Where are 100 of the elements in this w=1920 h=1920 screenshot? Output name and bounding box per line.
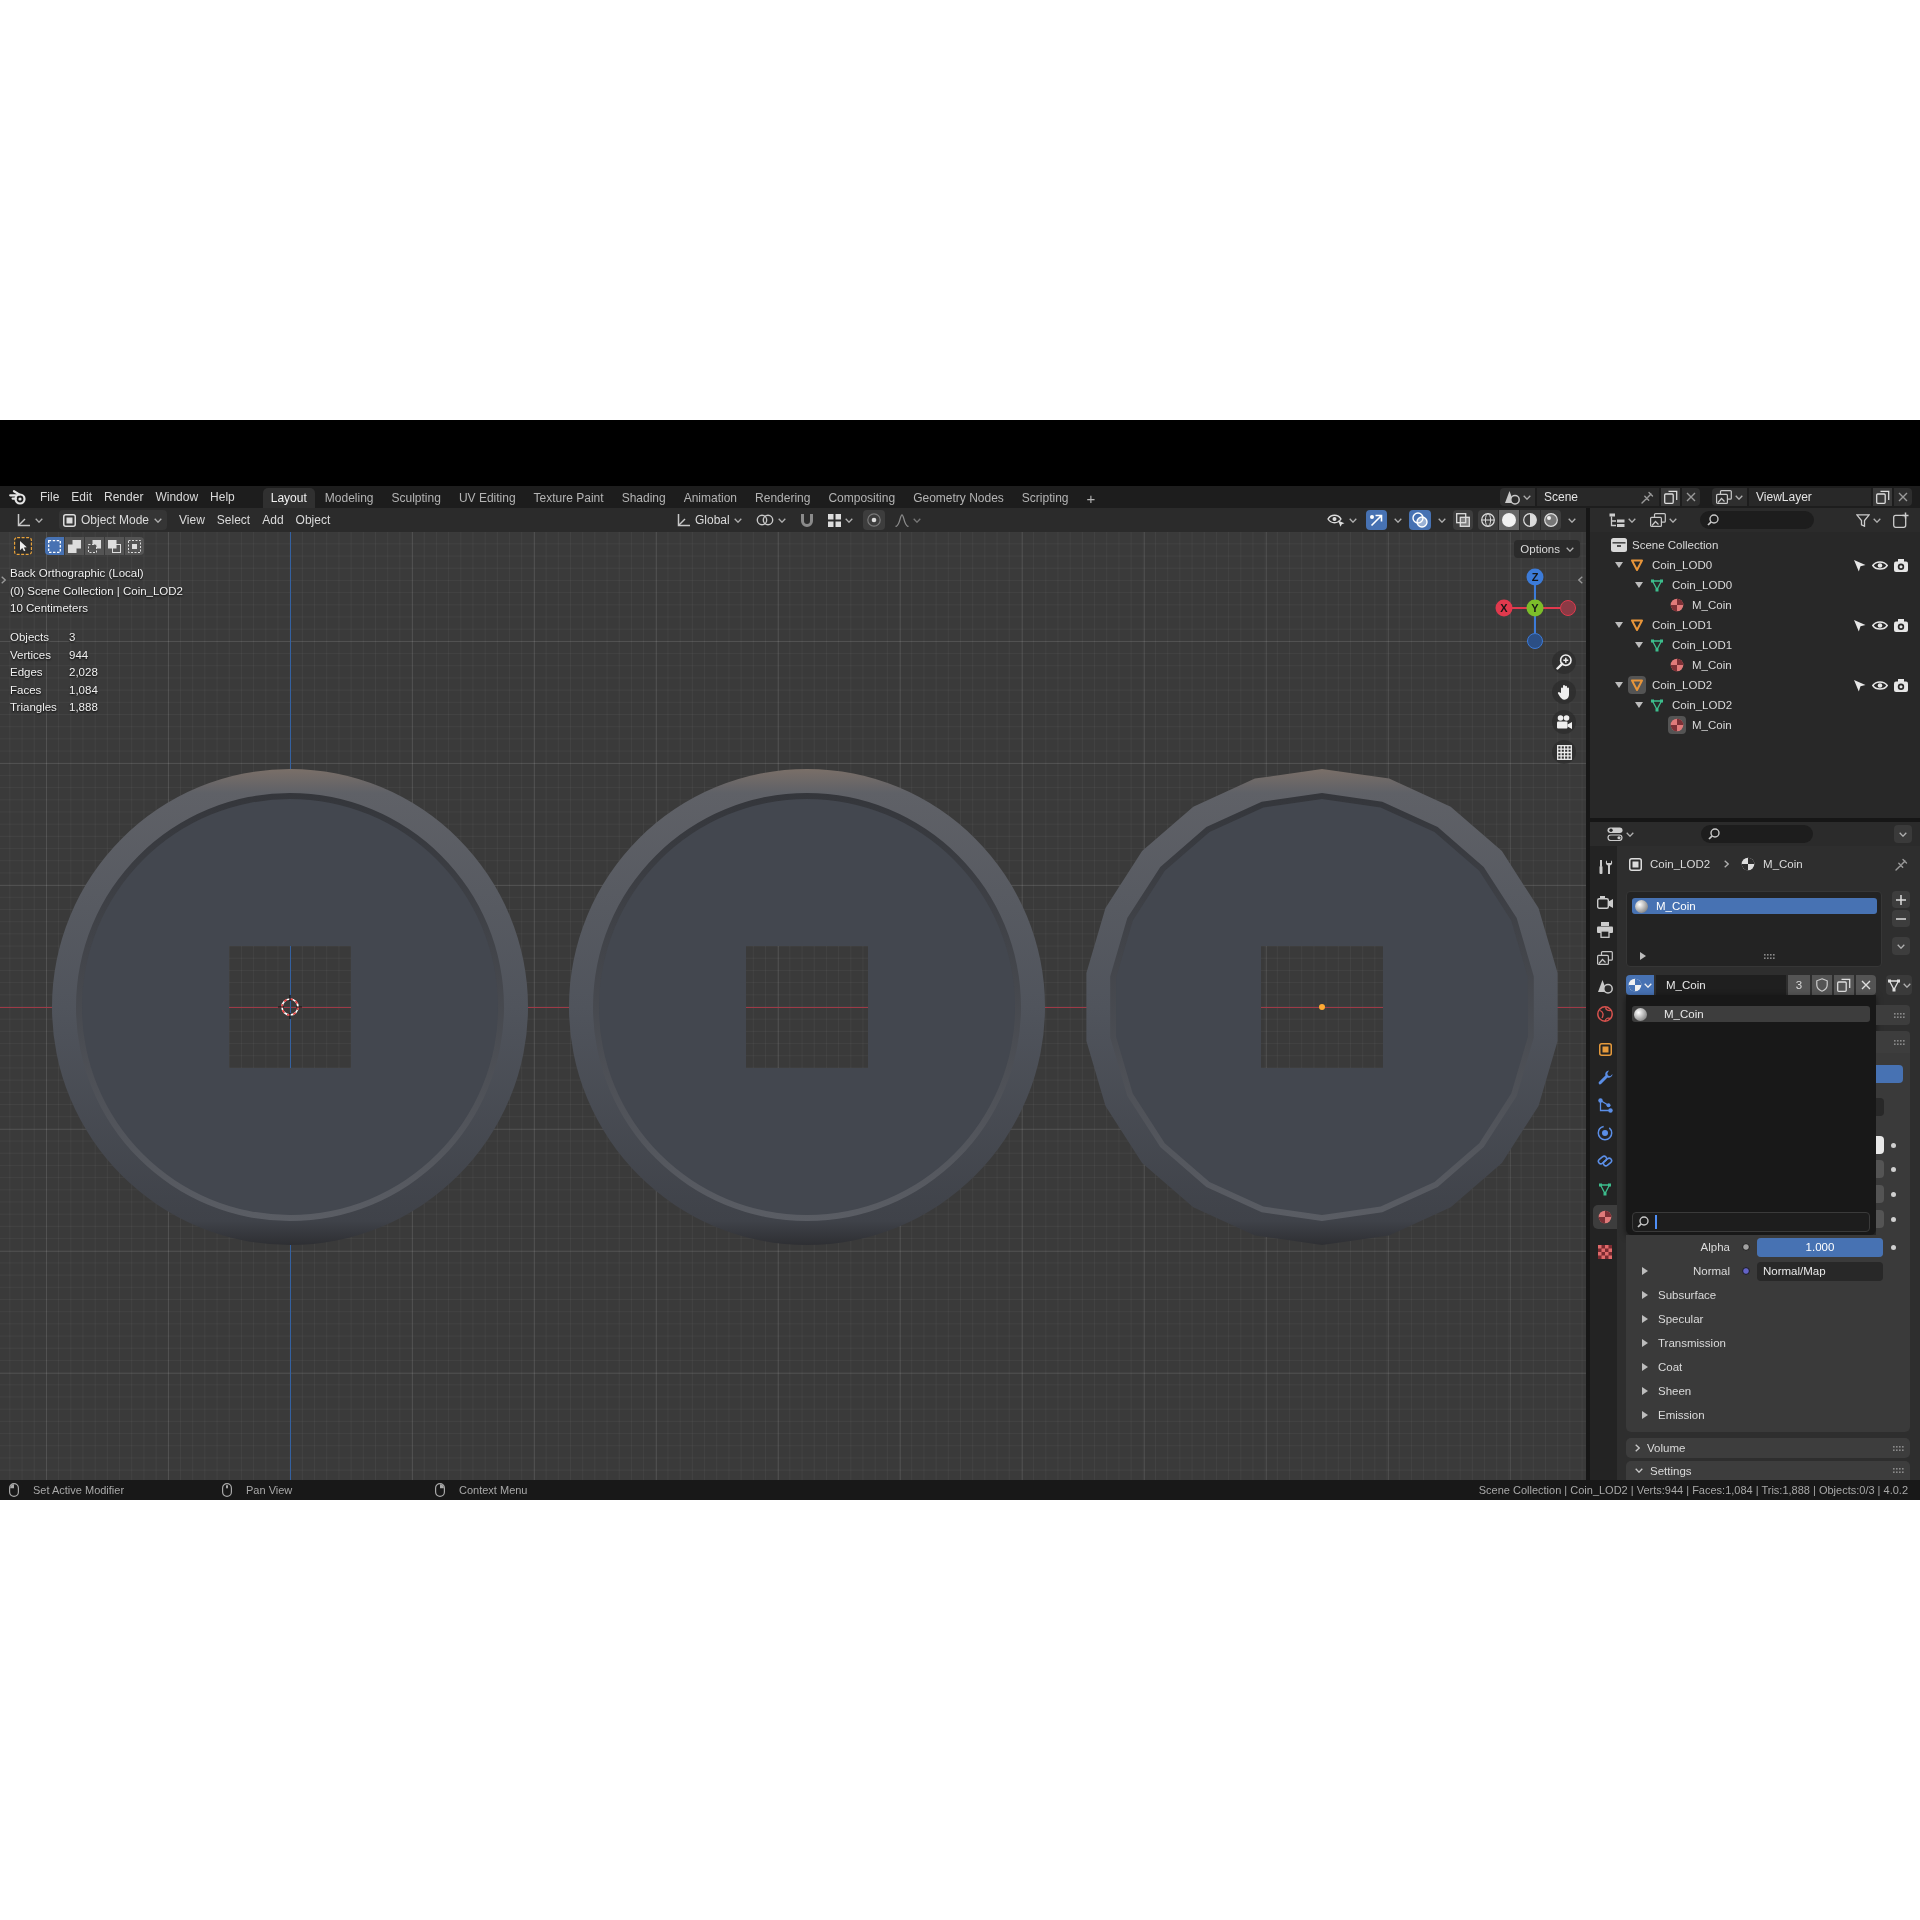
options-button[interactable] (1894, 825, 1912, 843)
unlink-material-button[interactable] (1856, 975, 1876, 995)
outliner-item[interactable]: M_Coin (1692, 719, 1732, 731)
shading-button[interactable] (1541, 510, 1561, 530)
outliner-item[interactable]: Coin_LOD0 (1672, 579, 1733, 591)
subpanel-header[interactable]: Subsurface (1658, 1289, 1717, 1301)
gizmo-toggle[interactable] (1366, 510, 1387, 530)
field-edge[interactable] (1876, 1210, 1884, 1228)
subpanel-header[interactable]: Specular (1658, 1313, 1704, 1325)
slot-menu-button[interactable] (1892, 937, 1910, 955)
workspace-tab[interactable]: Layout (262, 488, 315, 508)
pan-button[interactable] (1552, 680, 1576, 704)
disclosure-triangle-icon[interactable] (1642, 1339, 1648, 1347)
camera-icon[interactable] (1894, 558, 1908, 572)
material-slot[interactable]: M_Coin (1632, 898, 1877, 914)
camera-icon[interactable] (1894, 678, 1908, 692)
disclosure-triangle-icon[interactable] (1642, 1411, 1648, 1419)
menu-button[interactable]: Edit (65, 487, 99, 507)
scene-field[interactable]: Scene (1537, 488, 1659, 506)
disclosure-triangle-icon[interactable] (1642, 1363, 1648, 1371)
new-collection-button[interactable] (1890, 510, 1912, 530)
workspace-tab[interactable]: Shading (613, 488, 674, 508)
disclosure-triangle-icon[interactable] (1635, 582, 1643, 588)
select-mode-button[interactable] (125, 537, 144, 555)
disclosure-triangle-icon[interactable] (1642, 1387, 1648, 1395)
browse-material-button[interactable] (1626, 975, 1654, 995)
outliner-item[interactable]: Coin_LOD1 (1652, 619, 1713, 631)
pin-icon[interactable] (1895, 857, 1908, 871)
camera-view-button[interactable] (1552, 710, 1576, 734)
menu-button[interactable]: Select (210, 510, 257, 530)
workspace-tab[interactable]: Compositing (820, 488, 904, 508)
select-mode-button[interactable] (45, 537, 64, 555)
value-slider[interactable]: 1.000 (1757, 1237, 1883, 1257)
menu-button[interactable]: Help (204, 487, 241, 507)
workspace-tab[interactable]: Rendering (747, 488, 819, 508)
negative-z-axis-handle[interactable] (1527, 615, 1543, 649)
scene-browse-button[interactable] (1500, 488, 1535, 506)
link-field[interactable]: Normal/Map (1757, 1261, 1883, 1281)
app-logo-icon[interactable] (9, 489, 26, 505)
add-workspace-button[interactable]: + (1078, 488, 1104, 508)
search-field[interactable] (1701, 825, 1813, 843)
outliner-item[interactable]: Coin_LOD0 (1652, 559, 1713, 571)
projection-button[interactable] (1552, 740, 1576, 764)
options-dropdown[interactable]: Options (1514, 540, 1580, 558)
add-slot-button[interactable] (1892, 891, 1910, 908)
disclosure-triangle-icon[interactable] (1615, 682, 1623, 688)
view-layer-field[interactable]: ViewLayer (1749, 488, 1871, 506)
disclosure-triangle-icon[interactable] (1642, 1291, 1648, 1299)
negative-x-axis-handle[interactable] (1542, 600, 1576, 616)
outliner-item[interactable]: Coin_LOD2 (1672, 699, 1733, 711)
disclosure-triangle-icon[interactable] (1635, 642, 1643, 648)
menu-button[interactable]: Object (289, 510, 337, 530)
workspace-tab[interactable]: Modeling (316, 488, 382, 508)
properties-tab[interactable] (1593, 1205, 1617, 1229)
subpanel-header[interactable]: Coat (1658, 1361, 1683, 1373)
disclosure-triangle-icon[interactable] (1635, 702, 1643, 708)
eye-icon[interactable] (1872, 679, 1888, 691)
subpanel-header[interactable]: Sheen (1658, 1385, 1692, 1397)
disclosure-triangle-icon[interactable] (1615, 622, 1623, 628)
outliner-item[interactable]: M_Coin (1692, 659, 1732, 671)
shading-button[interactable] (1478, 510, 1498, 530)
eye-icon[interactable] (1872, 619, 1888, 631)
menu-item[interactable]: M_Coin (1632, 1006, 1870, 1022)
camera-icon[interactable] (1894, 618, 1908, 632)
search-field[interactable] (1700, 511, 1814, 529)
workspace-tab[interactable]: Sculpting (383, 488, 449, 508)
duplicate-material-button[interactable] (1834, 975, 1854, 995)
zoom-button[interactable] (1552, 650, 1576, 674)
subpanel-header[interactable]: Transmission (1658, 1337, 1726, 1349)
field-edge[interactable] (1876, 1160, 1884, 1178)
overlays-toggle[interactable] (1409, 510, 1431, 530)
shading-button[interactable] (1499, 510, 1519, 530)
workspace-tab[interactable]: Animation (675, 488, 746, 508)
pointer-icon[interactable] (1853, 558, 1866, 572)
proportional-editing-toggle[interactable] (862, 510, 885, 530)
workspace-tab[interactable]: UV Editing (450, 488, 524, 508)
view-layer-browse-button[interactable] (1712, 488, 1747, 506)
outliner-item[interactable]: Scene Collection (1632, 539, 1719, 551)
y-axis-handle[interactable]: Y (1526, 599, 1544, 617)
select-mode-button[interactable] (65, 537, 84, 555)
link-dropdown[interactable] (1886, 975, 1912, 995)
workspace-tab[interactable]: Scripting (1013, 488, 1077, 508)
workspace-tab[interactable]: Texture Paint (525, 488, 612, 508)
outliner-item[interactable]: Coin_LOD2 (1652, 679, 1713, 691)
chevron-icon[interactable] (1578, 576, 1583, 584)
mode-dropdown[interactable]: Object Mode (59, 510, 168, 530)
panel-header[interactable]: Volume (1626, 1438, 1910, 1458)
disclosure-triangle-icon[interactable] (1615, 562, 1623, 568)
user-count-button[interactable]: 3 (1788, 975, 1810, 995)
disclosure-triangle-icon[interactable] (1642, 1267, 1648, 1275)
outliner-item[interactable]: M_Coin (1692, 599, 1732, 611)
menu-button[interactable]: Add (256, 510, 290, 530)
disclosure-triangle-icon[interactable] (1642, 1315, 1648, 1323)
eye-icon[interactable] (1872, 559, 1888, 571)
menu-button[interactable]: Window (149, 487, 205, 507)
menu-button[interactable]: File (34, 487, 66, 507)
select-tool-button[interactable] (14, 537, 32, 555)
material-name-field[interactable]: M_Coin (1656, 975, 1786, 995)
panel-header[interactable]: Settings (1626, 1461, 1910, 1480)
search-field[interactable] (1632, 1212, 1870, 1232)
